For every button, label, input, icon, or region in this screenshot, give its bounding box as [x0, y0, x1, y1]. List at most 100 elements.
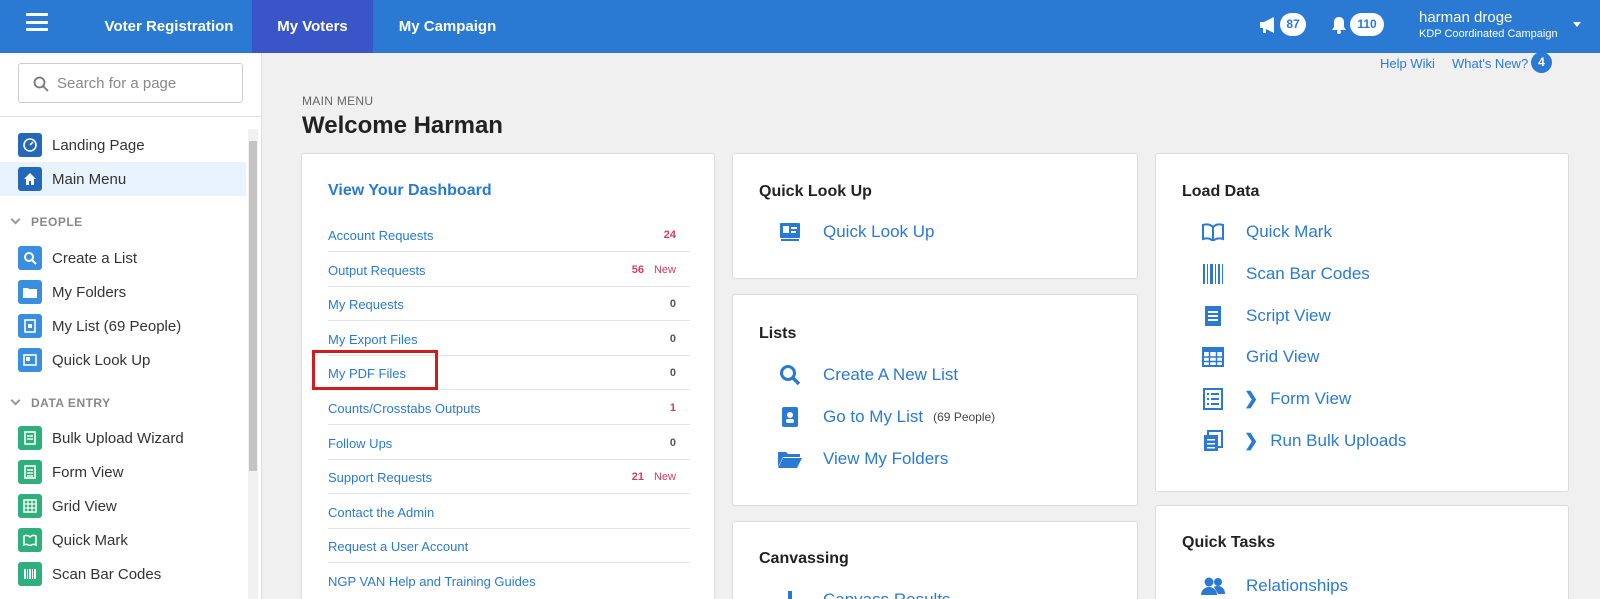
load-data-quick-mark[interactable]: Quick Mark [1200, 220, 1332, 244]
sidebar-item-create-a-list[interactable]: Create a List [0, 241, 246, 275]
dashboard-row-label[interactable]: Follow Ups [328, 436, 392, 451]
sidebar-item-my-folders[interactable]: My Folders [0, 275, 246, 309]
dashboard-row-label[interactable]: Contact the Admin [328, 505, 434, 520]
dashboard-row-label[interactable]: Request a User Account [328, 539, 468, 554]
dashboard-row-label[interactable]: Output Requests [328, 263, 426, 278]
load-data-script-view[interactable]: Script View [1200, 304, 1331, 328]
load-data-scan-bar-codes[interactable]: Scan Bar Codes [1200, 262, 1370, 286]
quick-look-up-card: Quick Look Up Quick Look Up [732, 153, 1138, 279]
create-new-list-link[interactable]: Create A New List [777, 363, 958, 387]
search-icon [777, 363, 803, 387]
dashboard-row-count: 56 New [632, 264, 676, 276]
dashboard-row-label[interactable]: My Export Files [328, 332, 418, 347]
sidebar-item-grid-view[interactable]: Grid View [0, 489, 246, 523]
sidebar-item-label: Bulk Upload Wizard [52, 430, 184, 447]
sidebar-item-main-menu[interactable]: Main Menu [0, 162, 246, 196]
view-my-folders-link[interactable]: View My Folders [777, 447, 948, 471]
whats-new-badge[interactable]: 4 [1531, 52, 1552, 73]
id-card-icon [18, 348, 42, 372]
folder-icon [18, 280, 42, 304]
user-menu-caret-icon[interactable] [1573, 22, 1581, 27]
scrollbar-thumb[interactable] [249, 141, 257, 471]
load-data-run-bulk-uploads[interactable]: ❯ Run Bulk Uploads [1200, 429, 1406, 453]
dashboard-row[interactable]: My Requests 0 [328, 287, 690, 322]
dashboard-row[interactable]: Account Requests 24 [328, 218, 690, 252]
form-icon [18, 460, 42, 484]
sidebar-item-label: Form View [52, 464, 124, 481]
user-organization[interactable]: KDP Coordinated Campaign [1419, 28, 1558, 40]
dashboard-row-count: 0 [670, 437, 676, 449]
highlight-box [312, 350, 438, 390]
stack-icon [1200, 429, 1226, 453]
sidebar-scrollbar[interactable] [248, 129, 258, 599]
sidebar: Landing Page Main Menu PEOPLE Create a L… [0, 53, 262, 599]
tab-my-campaign[interactable]: My Campaign [385, 0, 510, 53]
dashboard-row[interactable]: Support Requests 21 New [328, 460, 690, 495]
link-label: Quick Mark [1246, 222, 1332, 241]
dashboard-row-count: 21 New [632, 471, 676, 483]
dashboard-row[interactable]: Follow Ups 0 [328, 426, 690, 460]
count-value: 0 [669, 367, 676, 380]
quick-look-up-link[interactable]: Quick Look Up [777, 220, 935, 244]
people-icon [1200, 574, 1226, 598]
load-data-form-view[interactable]: ❯ Form View [1200, 387, 1351, 411]
user-name[interactable]: harman droge [1419, 9, 1512, 26]
dashboard-row[interactable]: Counts/Crosstabs Outputs 1 [328, 391, 690, 425]
sidebar-item-form-view[interactable]: Form View [0, 455, 246, 489]
help-wiki-link[interactable]: Help Wiki [1380, 56, 1435, 71]
card-title: Quick Tasks [1182, 534, 1276, 551]
dashboard-row-label[interactable]: Account Requests [328, 228, 434, 243]
sidebar-item-my-list[interactable]: My List (69 People) [0, 309, 246, 343]
quick-tasks-relationships[interactable]: Relationships [1200, 574, 1348, 598]
sidebar-item-label: Quick Mark [52, 532, 128, 549]
announcements-badge[interactable]: 87 [1280, 13, 1306, 36]
load-data-card: Load Data Quick Mark Scan Bar Codes Scri… [1155, 153, 1569, 492]
section-header-data-entry[interactable]: DATA ENTRY [10, 395, 111, 410]
dashboard-title[interactable]: View Your Dashboard [328, 182, 492, 200]
canvass-results-link[interactable]: Canvass Results [777, 588, 951, 599]
load-data-grid-view[interactable]: Grid View [1200, 345, 1319, 369]
search-icon [18, 246, 42, 270]
megaphone-icon[interactable] [1259, 16, 1279, 39]
list-count: (69 People) [933, 410, 996, 424]
chevron-right-icon: ❯ [1244, 431, 1259, 450]
sidebar-item-landing-page[interactable]: Landing Page [0, 128, 246, 162]
barcode-icon [18, 562, 42, 586]
count-value: 21 [631, 471, 644, 484]
dashboard-row-count: 24 [664, 229, 676, 241]
chevron-down-icon [10, 395, 21, 406]
dashboard-row[interactable]: Contact the Admin [328, 495, 690, 529]
folder-icon [777, 447, 803, 471]
sidebar-item-label: Grid View [52, 498, 117, 515]
section-header-people[interactable]: PEOPLE [10, 214, 83, 229]
sidebar-item-bulk-upload-wizard[interactable]: Bulk Upload Wizard [0, 421, 246, 455]
sidebar-item-scan-bar-codes[interactable]: Scan Bar Codes [0, 557, 246, 591]
dashboard-row-label[interactable]: Counts/Crosstabs Outputs [328, 401, 480, 416]
count-value: 0 [669, 436, 676, 449]
dashboard-row-label[interactable]: Support Requests [328, 470, 432, 485]
link-label: View My Folders [823, 449, 949, 468]
notifications-badge[interactable]: 110 [1350, 13, 1384, 36]
sidebar-search[interactable] [18, 63, 243, 103]
bell-icon[interactable] [1331, 16, 1347, 39]
go-to-my-list-link[interactable]: Go to My List (69 People) [777, 405, 995, 429]
sidebar-item-label: Landing Page [52, 137, 145, 154]
hamburger-menu-icon[interactable] [26, 13, 48, 31]
tab-my-voters[interactable]: My Voters [252, 0, 373, 53]
card-title: Lists [759, 325, 797, 342]
dashboard-row[interactable]: NGP VAN Help and Training Guides [328, 564, 690, 598]
script-icon [1200, 304, 1226, 328]
top-navigation-bar: Voter Registration My Voters My Campaign… [0, 0, 1600, 53]
whats-new-link[interactable]: What's New? [1452, 56, 1528, 71]
search-input[interactable] [57, 72, 237, 94]
dashboard-row-label[interactable]: My Requests [328, 297, 404, 312]
tab-voter-registration[interactable]: Voter Registration [85, 0, 253, 53]
dashboard-row[interactable]: Request a User Account [328, 529, 690, 564]
sidebar-item-label: Create a List [52, 250, 138, 267]
dashboard-row[interactable]: Output Requests 56 New [328, 253, 690, 287]
sidebar-item-quick-look-up[interactable]: Quick Look Up [0, 343, 246, 377]
card-title: Canvassing [759, 550, 849, 567]
sidebar-item-label: Quick Look Up [52, 352, 151, 369]
sidebar-item-quick-mark[interactable]: Quick Mark [0, 523, 246, 557]
dashboard-row-label[interactable]: NGP VAN Help and Training Guides [328, 574, 536, 589]
